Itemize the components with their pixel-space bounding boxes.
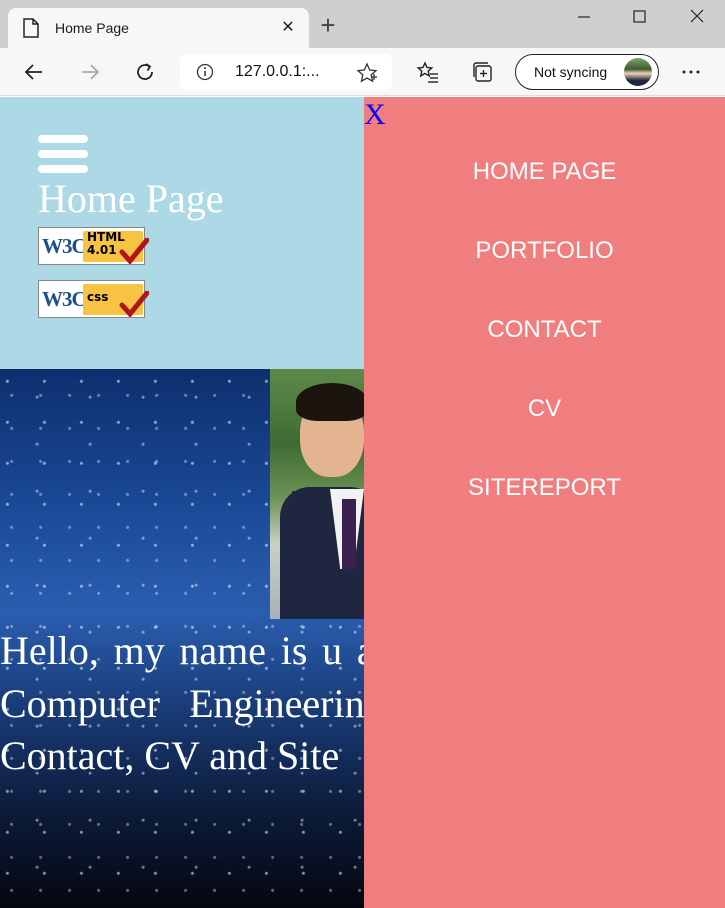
browser-toolbar: 127.0.0.1:... Not syncing: [0, 48, 725, 96]
hero-section: Hello, my name is u am a first year stud…: [0, 369, 364, 908]
collections-icon[interactable]: [471, 60, 495, 84]
browser-tab-strip: Home Page ✕ +: [0, 0, 725, 48]
sync-profile-button[interactable]: Not syncing: [515, 54, 659, 90]
w3c-html-validator-badge[interactable]: W3C HTML 4.01: [38, 227, 149, 265]
page-title: Home Page: [38, 176, 224, 221]
checkmark-icon: [119, 238, 149, 264]
more-options-icon[interactable]: [679, 60, 703, 84]
nav-link-contact[interactable]: CONTACT: [364, 316, 725, 344]
reload-icon[interactable]: [133, 60, 157, 84]
window-maximize-icon[interactable]: [627, 6, 651, 28]
close-nav-button[interactable]: X: [364, 97, 386, 133]
nav-link-home-page[interactable]: HOME PAGE: [364, 158, 725, 186]
browser-tab[interactable]: Home Page ✕: [8, 8, 309, 48]
window-close-icon[interactable]: [685, 6, 709, 28]
w3c-logo-text: W3C: [42, 234, 87, 258]
tab-title: Home Page: [55, 20, 129, 36]
sync-status-label: Not syncing: [534, 64, 608, 80]
window-minimize-icon[interactable]: [572, 6, 596, 28]
w3c-css-validator-badge[interactable]: W3C css: [38, 280, 149, 318]
w3c-logo-text: W3C: [42, 287, 87, 311]
nav-link-cv[interactable]: CV: [364, 395, 725, 423]
page-header: Home Page W3C HTML 4.01 W3C css: [0, 97, 364, 369]
back-arrow-icon[interactable]: [22, 60, 46, 84]
favorites-icon[interactable]: [416, 60, 440, 84]
new-tab-button[interactable]: +: [316, 12, 340, 38]
address-bar[interactable]: 127.0.0.1:...: [180, 54, 392, 90]
side-navigation: X HOME PAGE PORTFOLIO CONTACT CV SITEREP…: [364, 97, 725, 908]
page-viewport: Home Page W3C HTML 4.01 W3C css Hello, m…: [0, 97, 725, 908]
avatar: [624, 58, 652, 86]
url-text[interactable]: 127.0.0.1:...: [235, 63, 320, 81]
site-info-icon[interactable]: [196, 63, 214, 81]
tab-close-icon[interactable]: ✕: [278, 18, 298, 38]
favorite-star-icon[interactable]: [356, 62, 378, 84]
forward-arrow-icon[interactable]: [78, 60, 102, 84]
intro-text: Hello, my name is u am a first year stud…: [0, 628, 364, 778]
checkmark-icon: [119, 291, 149, 317]
css-badge-label: css: [87, 290, 109, 304]
profile-photo: [270, 369, 364, 619]
hamburger-icon[interactable]: [38, 135, 88, 173]
page-icon: [23, 18, 39, 38]
nav-link-portfolio[interactable]: PORTFOLIO: [364, 237, 725, 265]
nav-link-sitereport[interactable]: SITEREPORT: [364, 474, 725, 502]
